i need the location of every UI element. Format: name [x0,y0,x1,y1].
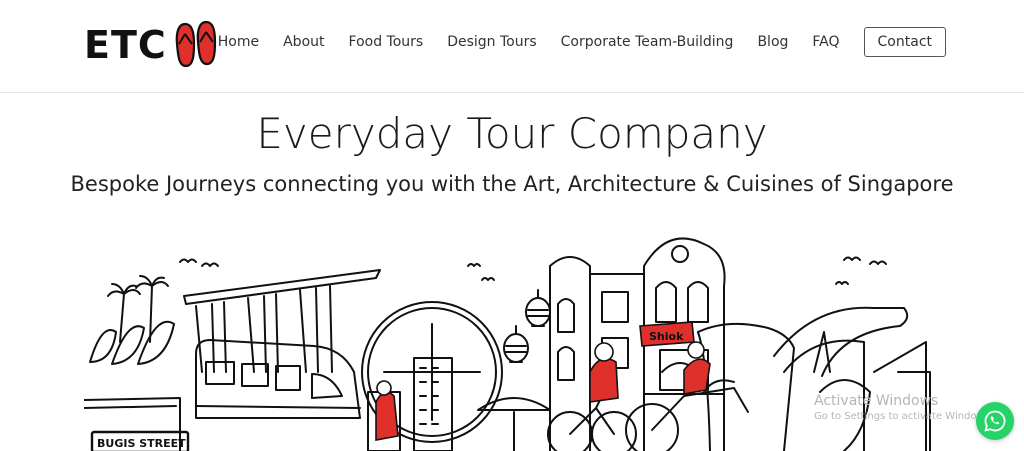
nav-about[interactable]: About [283,27,324,57]
nav-corporate-team-building[interactable]: Corporate Team-Building [561,27,734,57]
whatsapp-button[interactable] [976,402,1014,440]
site-header: ETC Home About Food Tours Design Tours C… [0,0,1024,93]
nav-design-tours[interactable]: Design Tours [447,27,536,57]
nav-faq[interactable]: FAQ [812,27,839,57]
site-logo[interactable]: ETC [84,20,217,70]
bugis-street-sign: BUGIS STREET [97,437,186,450]
contact-button[interactable]: Contact [863,27,946,57]
flip-flops-icon [175,20,216,68]
logo-text: ETC [84,23,167,67]
whatsapp-icon [984,410,1006,432]
nav-home[interactable]: Home [218,27,259,57]
shiok-sign: Shiok [649,330,684,343]
hero-title: Everyday Tour Company [256,109,768,158]
hero-subtitle: Bespoke Journeys connecting you with the… [70,172,954,196]
nav-blog[interactable]: Blog [757,27,788,57]
nav-food-tours[interactable]: Food Tours [349,27,424,57]
watermark-title: Activate Windows [814,393,939,409]
main-nav: Home About Food Tours Design Tours Corpo… [218,27,946,57]
watermark-subtitle: Go to Settings to activate Windows. [814,411,994,422]
activate-windows-watermark: Activate Windows Go to Settings to activ… [814,393,993,425]
